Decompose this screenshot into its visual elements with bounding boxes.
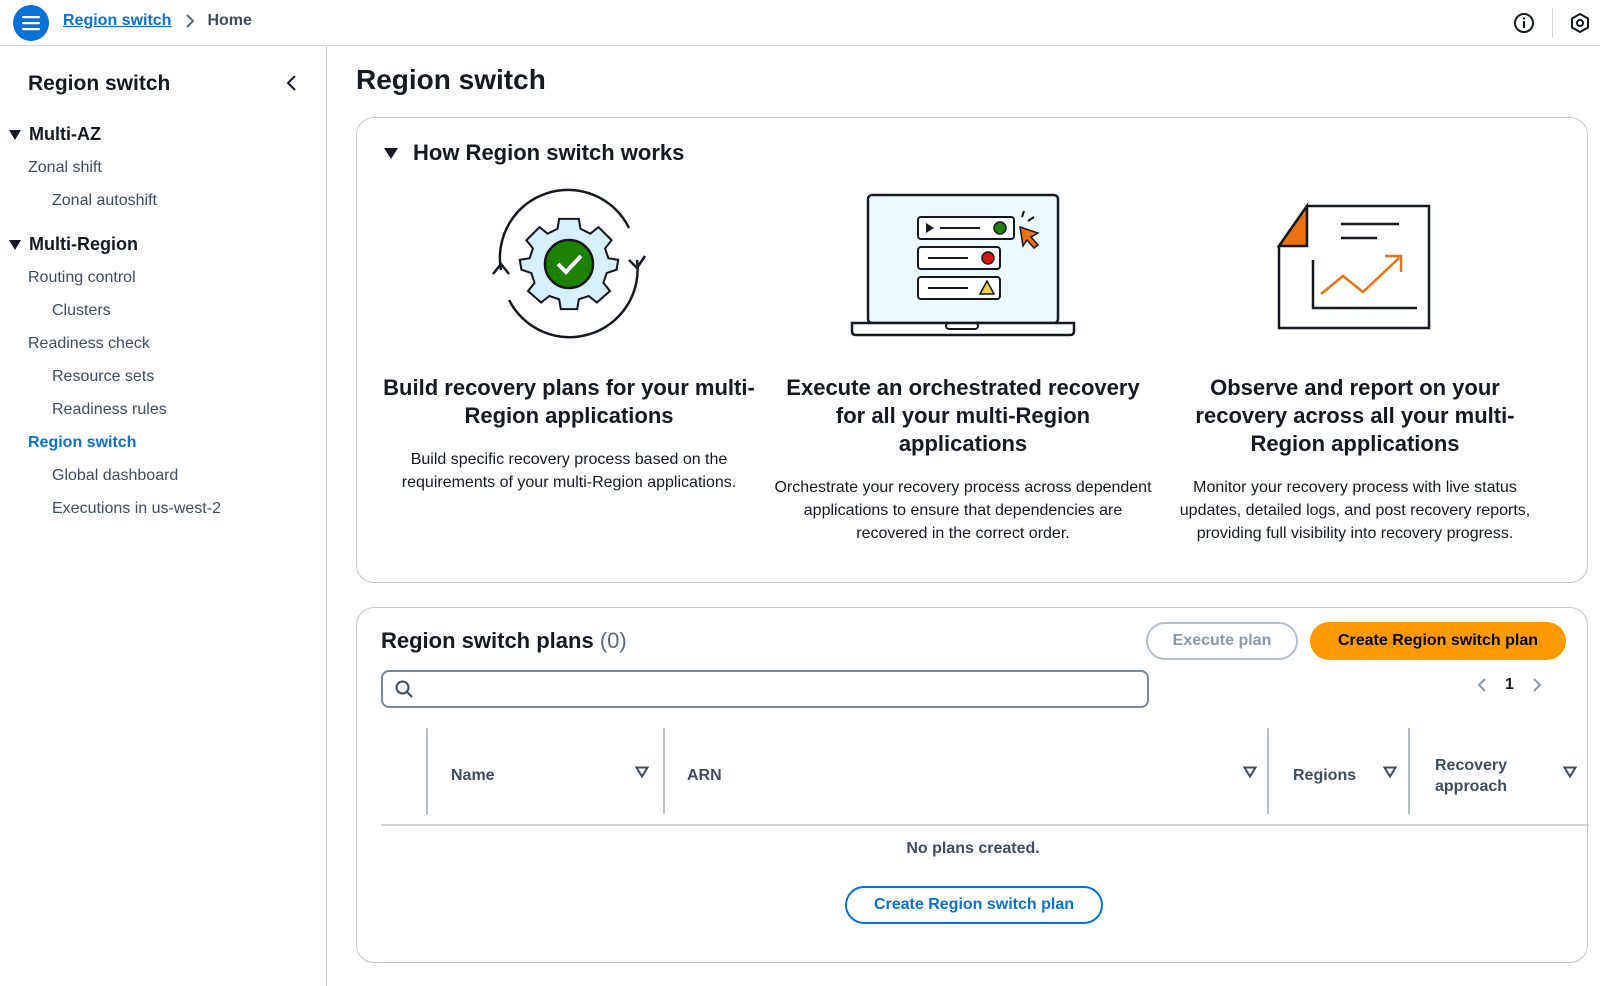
info-icon[interactable] [1512,11,1536,35]
create-plan-button[interactable]: Create Region switch plan [1310,622,1566,660]
sidebar-item-zonal-autoshift[interactable]: Zonal autoshift [52,192,157,210]
side-navigation: Region switch Multi-AZ Zonal shift Zonal… [0,46,327,986]
execute-plan-button[interactable]: Execute plan [1146,622,1298,660]
empty-state-text: No plans created. [906,840,1040,857]
column-divider [426,728,428,814]
feature-observe: Observe and report on your recovery acro… [1165,184,1545,545]
how-it-works-toggle[interactable]: How Region switch works [383,140,684,166]
search-input[interactable] [423,680,1147,698]
top-navigation: Region switch Home [0,0,1600,46]
column-divider [1408,728,1410,814]
sidebar-section-label: Multi-Region [29,234,138,254]
breadcrumb-current: Home [207,12,252,29]
caret-down-icon [383,147,399,160]
feature-description: Orchestrate your recovery process across… [774,479,1152,542]
column-divider [663,728,665,814]
top-divider [1552,8,1553,38]
sidebar-title: Region switch [28,72,171,95]
breadcrumb-link-region-switch[interactable]: Region switch [63,12,171,30]
column-header-arn[interactable]: ARN [687,728,1273,824]
table-header: Name ARN Regions Recovery approach [381,728,1589,826]
menu-button[interactable] [13,5,49,41]
sidebar-item-readiness-rules[interactable]: Readiness rules [52,401,167,419]
feature-title: Execute an orchestrated recovery for all… [786,375,1140,456]
page-number[interactable]: 1 [1505,676,1514,694]
pagination: 1 [1477,676,1542,694]
feature-build: Build recovery plans for your multi-Regi… [379,184,759,494]
sidebar-item-region-switch[interactable]: Region switch [28,434,136,452]
chevron-left-icon[interactable] [1477,677,1487,693]
feature-description: Build specific recovery process based on… [401,451,737,491]
laptop-illustration [773,184,1153,344]
collapse-sidebar-button[interactable] [280,72,302,94]
how-it-works-title: How Region switch works [413,140,685,165]
plans-panel: Region switch plans (0) Execute plan Cre… [356,607,1589,963]
empty-create-plan-button[interactable]: Create Region switch plan [845,886,1103,924]
plans-count: (0) [599,628,627,653]
sidebar-item-routing-control[interactable]: Routing control [28,269,136,287]
column-header-label: Regions [1293,767,1357,784]
chevron-right-icon [185,13,195,29]
feature-title: Observe and report on your recovery acro… [1195,375,1515,456]
caret-down-icon [9,239,21,250]
column-header-name[interactable]: Name [451,728,663,824]
gear-check-illustration [379,184,759,344]
chevron-left-icon [286,75,296,91]
caret-down-icon [9,129,21,140]
column-header-recovery-approach[interactable]: Recovery approach [1435,728,1589,824]
page-title: Region switch [356,64,546,95]
report-chart-illustration [1165,184,1545,344]
feature-execute: Execute an orchestrated recovery for all… [773,184,1153,545]
feature-title: Build recovery plans for your multi-Regi… [383,375,755,428]
column-divider [1267,728,1269,814]
column-header-label: Name [451,767,495,784]
breadcrumb: Region switch Home [63,12,252,30]
sidebar-item-resource-sets[interactable]: Resource sets [52,368,154,386]
sidebar-item-executions[interactable]: Executions in us-west-2 [52,500,221,518]
sidebar-item-clusters[interactable]: Clusters [52,302,111,320]
settings-icon[interactable] [1568,11,1592,35]
plans-title-text: Region switch plans [381,628,594,653]
sidebar-item-global-dashboard[interactable]: Global dashboard [52,467,178,485]
column-header-regions[interactable]: Regions [1293,728,1411,824]
chevron-right-icon[interactable] [1532,677,1542,693]
sidebar-item-readiness-check[interactable]: Readiness check [28,335,150,353]
column-header-label: Recovery approach [1435,757,1508,795]
sidebar-item-zonal-shift[interactable]: Zonal shift [28,159,102,177]
sort-icon[interactable] [1563,766,1577,778]
how-it-works-panel: How Region switch works Build recovery p… [356,117,1588,583]
hamburger-icon [22,16,40,31]
search-field [381,670,1149,708]
column-header-label: ARN [687,767,722,784]
sidebar-section-multi-az[interactable]: Multi-AZ [8,124,101,145]
feature-description: Monitor your recovery process with live … [1179,479,1531,542]
plans-title: Region switch plans (0) [381,628,627,654]
sort-icon[interactable] [1243,766,1257,778]
search-icon [395,680,413,698]
sidebar-section-multi-region[interactable]: Multi-Region [8,234,138,255]
sort-icon[interactable] [635,766,649,778]
sidebar-section-label: Multi-AZ [29,124,101,144]
sort-icon[interactable] [1383,766,1397,778]
